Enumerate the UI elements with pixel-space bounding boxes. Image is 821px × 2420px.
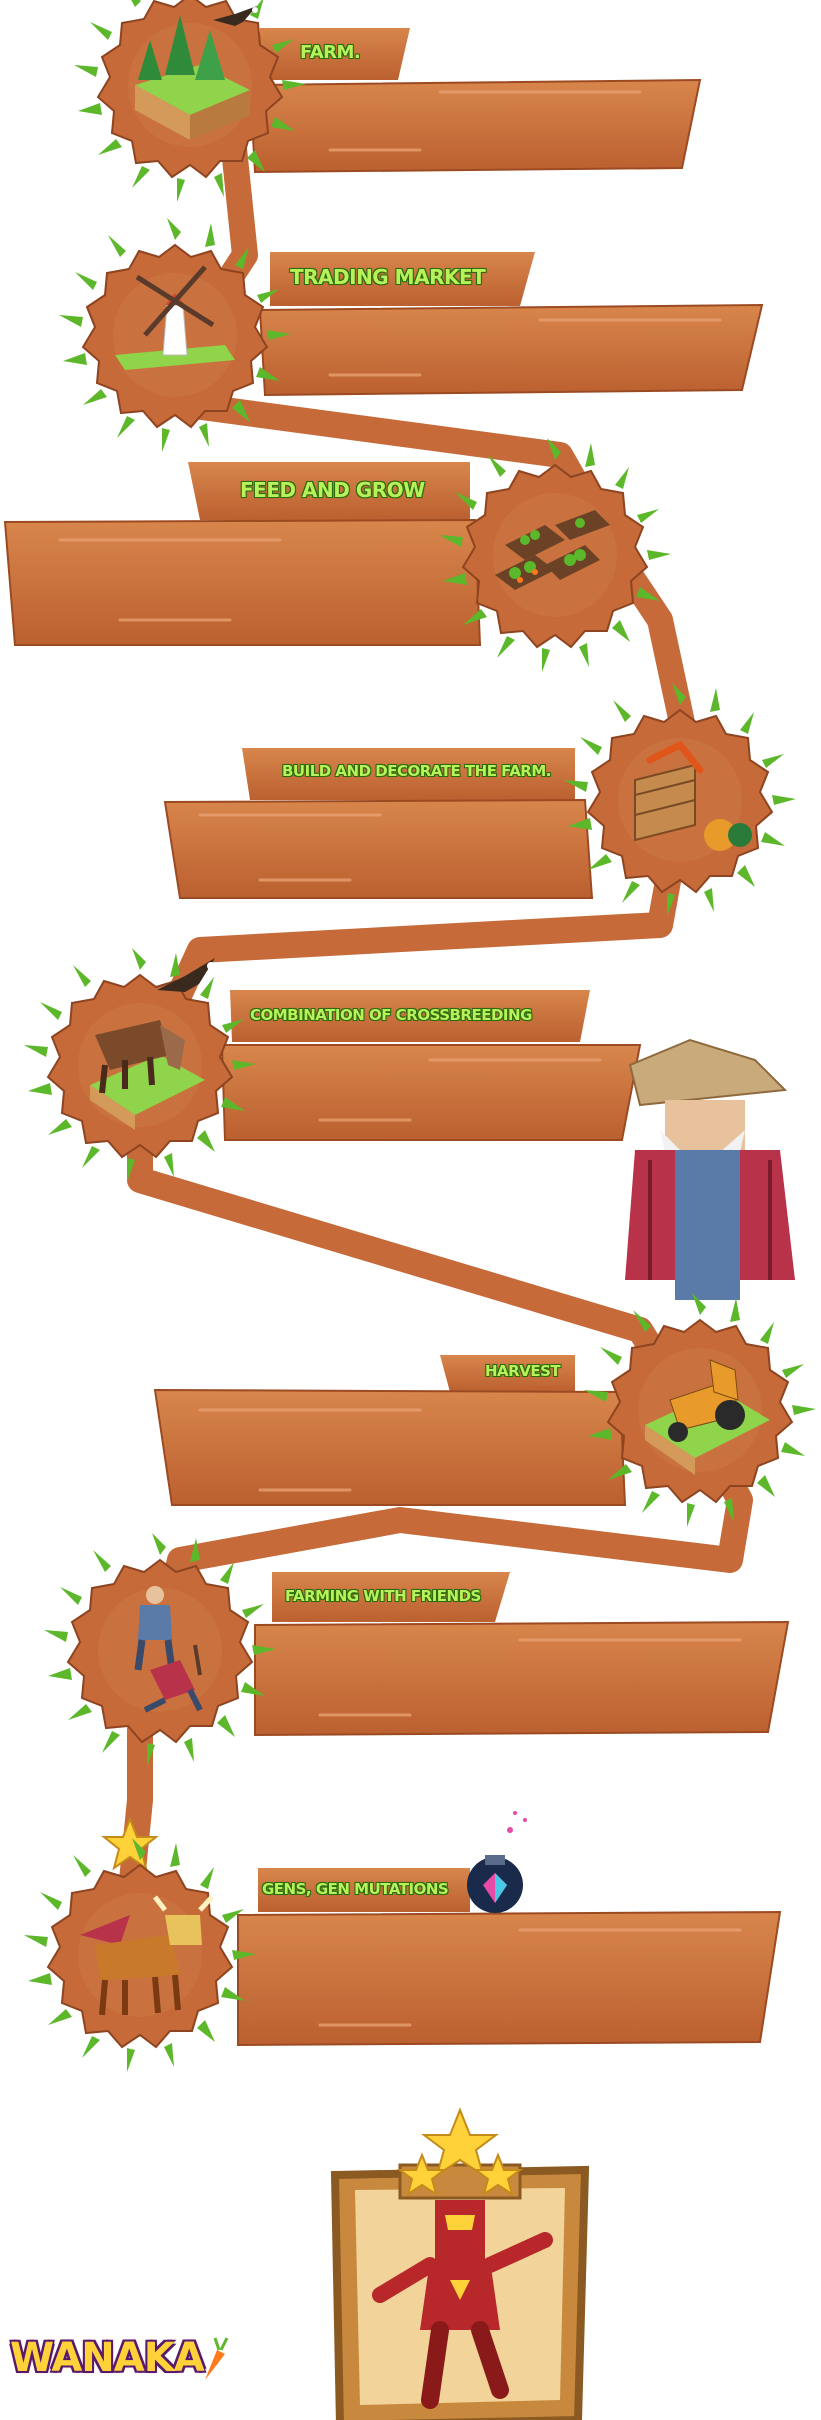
feature-title-crossbreeding: COMBINATION OF CROSSBREEDING	[250, 1006, 532, 1024]
farmers-icon	[44, 1533, 276, 1767]
wanaka-logo: WANAKA	[10, 2335, 205, 2381]
feature-title-farming-with-friends: FARMING WITH FRIENDS	[285, 1587, 481, 1605]
roadmap-artwork	[3, 0, 821, 2420]
feature-title-harvest: HARVEST	[485, 1362, 561, 1380]
hero-card-icon	[330, 2107, 590, 2420]
feature-title-gen-mutations: GENS, GEN MUTATIONS	[262, 1880, 449, 1898]
feature-title-build-and-decorate: BUILD AND DECORATE THE FARM.	[282, 762, 551, 780]
farmer-character-icon	[625, 1038, 795, 1300]
feature-title-trading-market: TRADING MARKET	[290, 265, 486, 289]
feature-title-farm: FARM.	[300, 42, 361, 63]
potion-flask-icon	[467, 1811, 527, 1913]
carrot-icon	[205, 2337, 229, 2380]
feature-title-feed-and-grow: FEED AND GROW	[240, 478, 425, 502]
winged-bull-icon	[24, 1838, 256, 2072]
